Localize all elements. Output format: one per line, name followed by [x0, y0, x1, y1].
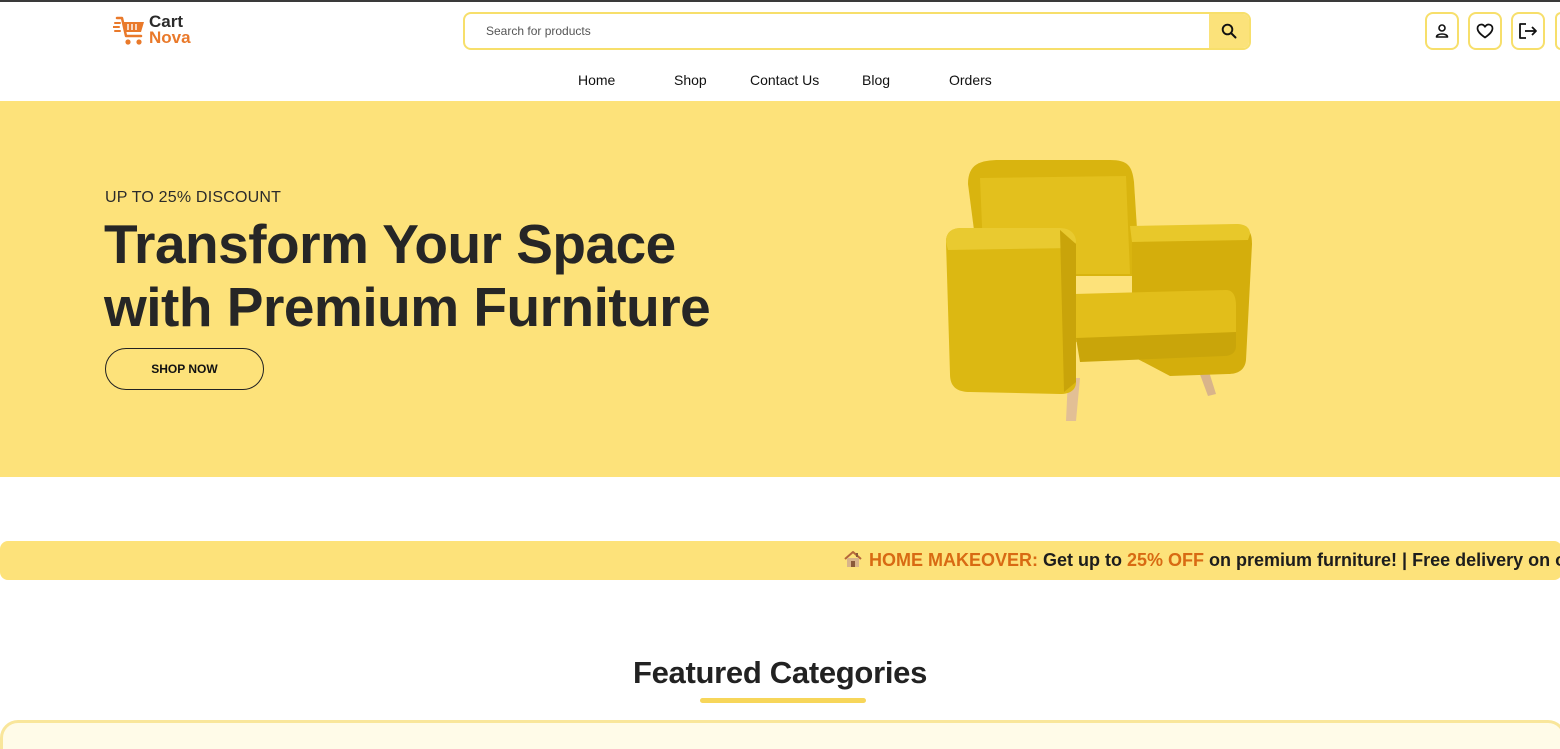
main-nav: Home Shop Contact Us Blog Orders	[0, 72, 1560, 90]
more-button[interactable]	[1555, 12, 1560, 50]
user-icon	[1435, 24, 1449, 38]
search-icon	[1221, 23, 1237, 39]
cart-icon	[113, 16, 144, 45]
search-button[interactable]	[1209, 14, 1249, 48]
logo-text-nova: Nova	[149, 28, 191, 47]
hero-banner: UP TO 25% DISCOUNT Transform Your Space …	[0, 101, 1560, 477]
account-button[interactable]	[1425, 12, 1459, 50]
search-bar	[463, 12, 1251, 50]
shop-now-button[interactable]: SHOP NOW	[105, 348, 264, 390]
nav-contact[interactable]: Contact Us	[750, 72, 819, 88]
hero-title: Transform Your Space with Premium Furnit…	[104, 213, 744, 339]
promo-text-part2: on premium furniture! | Free delivery on…	[1204, 550, 1560, 570]
promo-text: HOME MAKEOVER: Get up to 25% OFF on prem…	[843, 550, 1560, 571]
wishlist-button[interactable]	[1468, 12, 1502, 50]
armchair-image	[946, 160, 1252, 421]
hero-title-line1: Transform Your Space	[104, 213, 676, 275]
search-input[interactable]	[465, 14, 1209, 48]
hero-title-line2: with Premium Furniture	[104, 276, 711, 338]
categories-panel	[0, 720, 1560, 749]
nav-shop[interactable]: Shop	[674, 72, 707, 88]
heart-icon	[1476, 23, 1494, 39]
promo-highlight: 25% OFF	[1127, 550, 1205, 570]
logout-icon	[1519, 23, 1537, 39]
logout-button[interactable]	[1511, 12, 1545, 50]
promo-label: HOME MAKEOVER:	[869, 550, 1039, 570]
hero-discount-label: UP TO 25% DISCOUNT	[105, 189, 282, 206]
featured-title-underline	[700, 698, 866, 703]
window-top-border	[0, 0, 1560, 2]
logo[interactable]: Cart Nova	[113, 13, 203, 54]
featured-categories-title: Featured Categories	[632, 655, 928, 690]
nav-home[interactable]: Home	[578, 72, 615, 88]
house-icon	[844, 551, 862, 567]
nav-orders[interactable]: Orders	[949, 72, 992, 88]
nav-blog[interactable]: Blog	[862, 72, 890, 88]
promo-text-part1: Get up to	[1038, 550, 1128, 570]
promo-marquee: HOME MAKEOVER: Get up to 25% OFF on prem…	[0, 541, 1560, 580]
